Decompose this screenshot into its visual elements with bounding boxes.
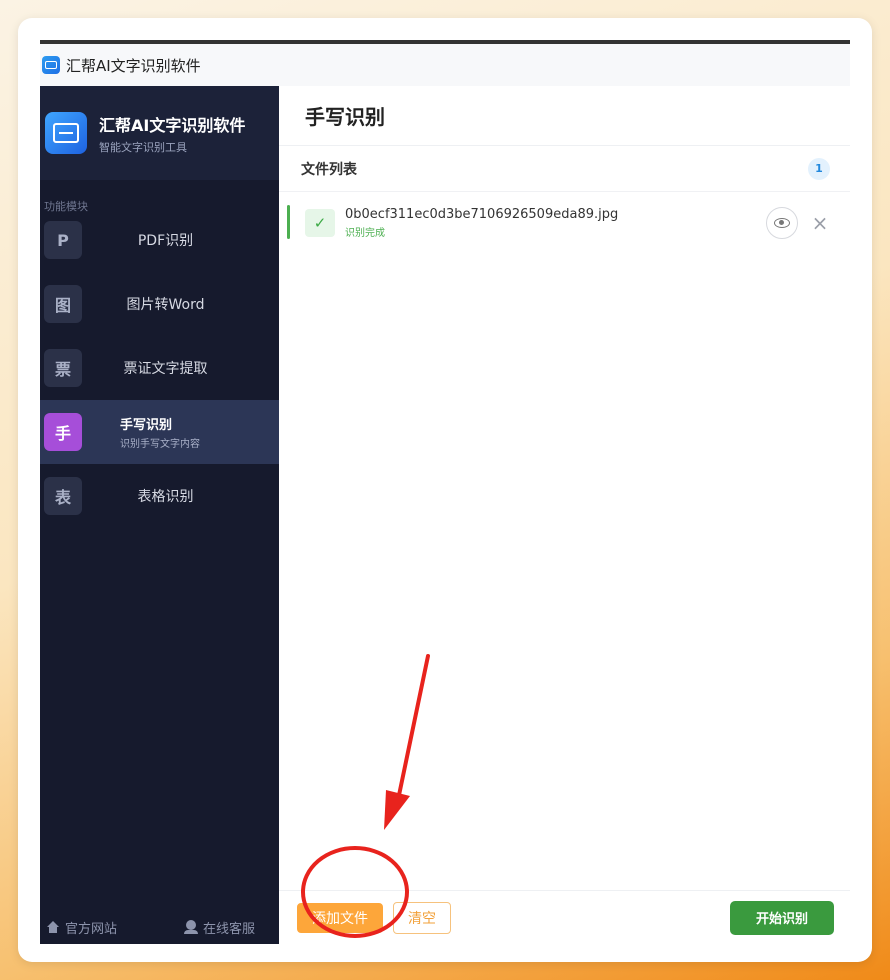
app-icon bbox=[42, 56, 60, 74]
sidebar-item-label: 手写识别 bbox=[120, 418, 173, 433]
ticket-badge-icon: 票 bbox=[44, 349, 82, 387]
brand-title: 汇帮AI文字识别软件 bbox=[99, 115, 246, 135]
pdf-badge-icon: P bbox=[44, 221, 82, 259]
bottom-toolbar: 添加文件 清空 开始识别 bbox=[279, 890, 850, 944]
sidebar-item-image-to-word[interactable]: 图 图片转Word bbox=[40, 272, 279, 336]
page-title: 手写识别 bbox=[279, 86, 850, 146]
brand-subtitle: 智能文字识别工具 bbox=[99, 140, 187, 154]
add-file-button[interactable]: 添加文件 bbox=[297, 902, 383, 933]
screenshot-card: 汇帮AI文字识别软件 汇帮AI文字识别软件 智能文字识别工具 功能模块 P PD… bbox=[18, 18, 872, 962]
file-count-badge: 1 bbox=[808, 157, 830, 180]
sidebar-item-pdf[interactable]: P PDF识别 bbox=[40, 208, 279, 272]
title-bar: 汇帮AI文字识别软件 bbox=[40, 44, 850, 86]
handwriting-badge-icon: 手 bbox=[44, 413, 82, 451]
online-support-link[interactable]: 在线客服 bbox=[183, 918, 255, 937]
home-icon bbox=[46, 921, 60, 933]
sidebar-item-table[interactable]: 表 表格识别 bbox=[40, 464, 279, 528]
app-window: 汇帮AI文字识别软件 汇帮AI文字识别软件 智能文字识别工具 功能模块 P PD… bbox=[40, 40, 850, 944]
online-support-label: 在线客服 bbox=[202, 921, 255, 937]
sidebar-item-handwriting[interactable]: 手 手写识别 识别手写文字内容 bbox=[40, 400, 279, 464]
file-row[interactable]: ✓ 0b0ecf311ec0d3be7106926509eda89.jpg 识别… bbox=[279, 192, 850, 254]
scan-icon bbox=[45, 112, 87, 154]
sidebar-item-label: 图片转Word bbox=[126, 297, 205, 313]
section-label: 功能模块 bbox=[44, 200, 88, 213]
preview-button[interactable] bbox=[766, 207, 798, 239]
check-icon: ✓ bbox=[305, 209, 335, 237]
clear-button[interactable]: 清空 bbox=[393, 901, 451, 934]
official-website-link[interactable]: 官方网站 bbox=[46, 918, 117, 937]
close-icon[interactable]: × bbox=[810, 211, 830, 235]
brand-header: 汇帮AI文字识别软件 智能文字识别工具 bbox=[40, 86, 279, 180]
file-name: 0b0ecf311ec0d3be7106926509eda89.jpg bbox=[345, 207, 619, 222]
sidebar-footer: 官方网站 在线客服 bbox=[40, 910, 279, 944]
window-title: 汇帮AI文字识别软件 bbox=[66, 56, 201, 75]
image-badge-icon: 图 bbox=[44, 285, 82, 323]
sidebar-item-label: PDF识别 bbox=[137, 233, 194, 249]
table-badge-icon: 表 bbox=[44, 477, 82, 515]
file-status: 识别完成 bbox=[345, 228, 385, 239]
sidebar: 汇帮AI文字识别软件 智能文字识别工具 功能模块 P PDF识别 图 图片转Wo… bbox=[40, 86, 279, 944]
eye-icon bbox=[774, 218, 790, 228]
file-list-header: 文件列表 1 bbox=[279, 146, 850, 192]
sidebar-item-sublabel: 识别手写文字内容 bbox=[120, 439, 200, 450]
start-recognition-button[interactable]: 开始识别 bbox=[729, 900, 834, 935]
main-panel: 手写识别 文件列表 1 ✓ 0b0ecf311ec0d3be7106926509… bbox=[279, 86, 850, 944]
sidebar-item-label: 票证文字提取 bbox=[123, 361, 208, 377]
official-website-label: 官方网站 bbox=[65, 921, 118, 937]
sidebar-item-ticket[interactable]: 票 票证文字提取 bbox=[40, 336, 279, 400]
sidebar-item-label: 表格识别 bbox=[137, 489, 194, 505]
headset-icon bbox=[183, 920, 198, 934]
file-list-label: 文件列表 bbox=[301, 161, 357, 178]
